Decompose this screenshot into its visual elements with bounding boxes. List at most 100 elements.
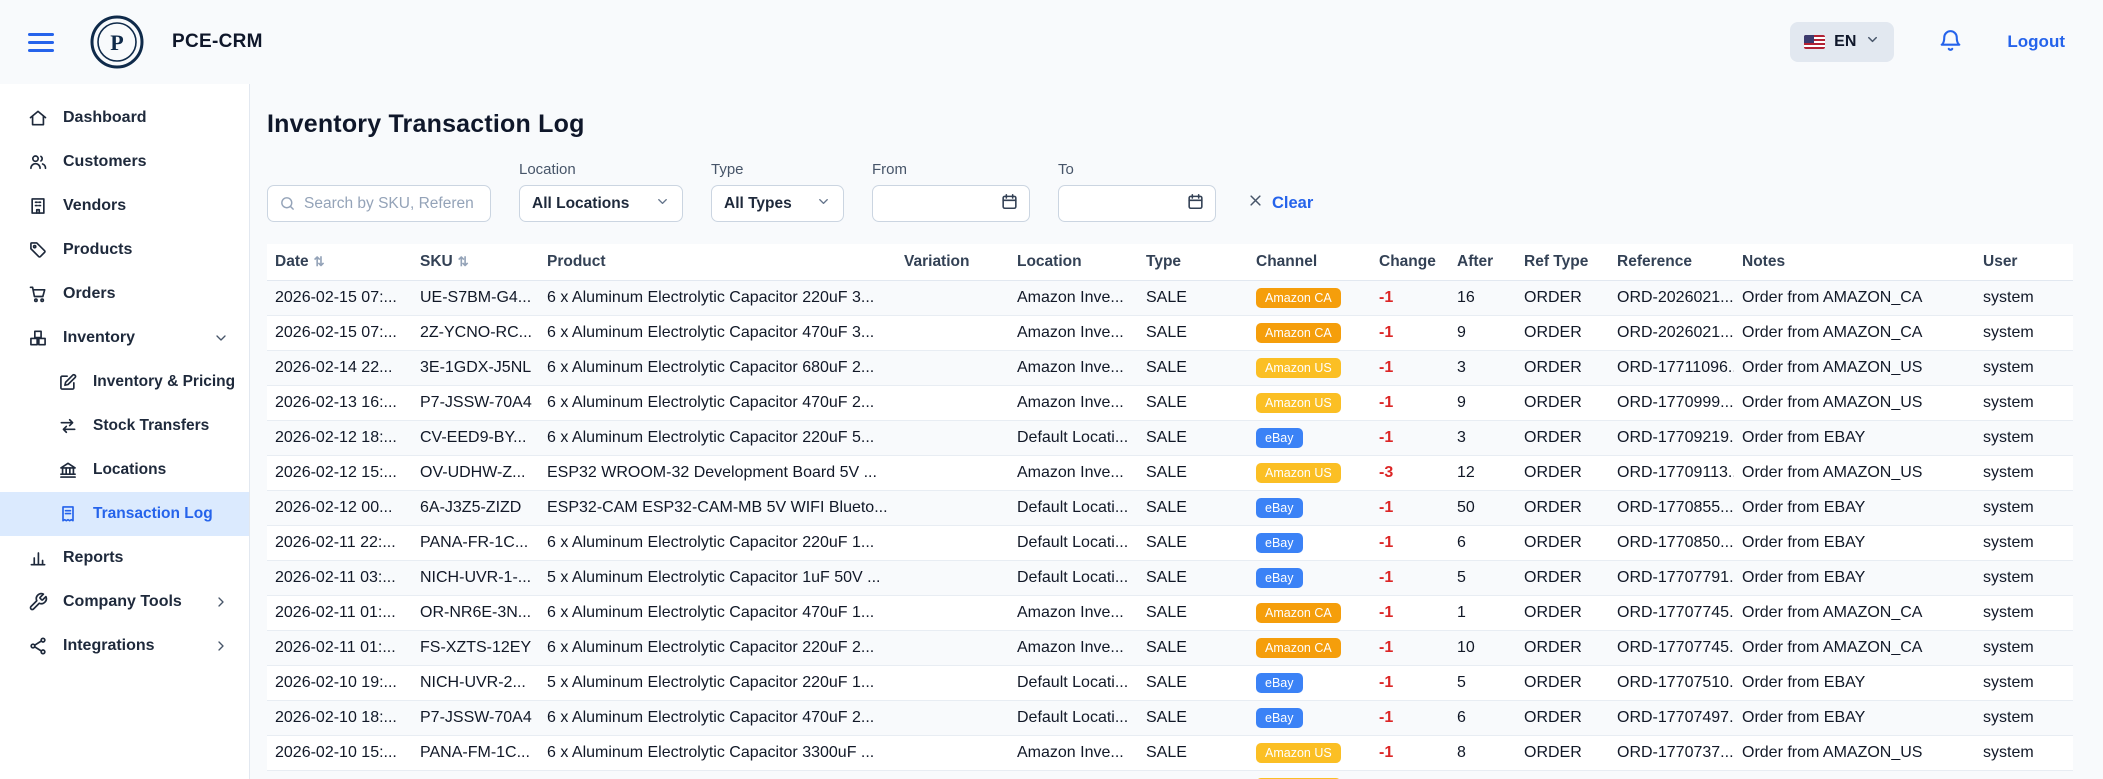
cell-date: 2026-02-15 07:... <box>267 281 412 316</box>
calendar-icon[interactable] <box>1000 192 1019 216</box>
us-flag-icon <box>1804 35 1825 49</box>
sidebar-item-dashboard[interactable]: Dashboard <box>0 96 249 140</box>
cell-ref-type: ORDER <box>1516 281 1609 316</box>
sidebar-item-inventory[interactable]: Inventory <box>0 316 249 360</box>
table-row[interactable]: 2026-02-15 07:...UE-S7BM-G4...6 x Alumin… <box>267 281 2073 316</box>
edit-icon <box>58 372 78 392</box>
cell-sku: 6A-J3Z5-ZIZD <box>412 491 539 526</box>
transactions-table: Date⇅SKU⇅ProductVariationLocationTypeCha… <box>267 244 2073 779</box>
sidebar-item-inventory-pricing[interactable]: Inventory & Pricing <box>0 360 249 404</box>
menu-toggle-button[interactable] <box>28 33 54 52</box>
table-row[interactable]: 2026-02-11 22:...PANA-FR-1C...6 x Alumin… <box>267 526 2073 561</box>
column-header-user: User <box>1975 244 2073 281</box>
cell-product: 5 x Aluminum Electrolytic Capacitor 220u… <box>539 666 896 701</box>
table-row[interactable]: 2026-02-10 19:...NICH-UVR-2...5 x Alumin… <box>267 666 2073 701</box>
cell-product: 5 x Aluminum Electrolytic Capacitor 1uF … <box>539 561 896 596</box>
cell-location: Default Locati... <box>1009 701 1138 736</box>
table-row[interactable]: 2026-02-12 15:...OV-UDHW-Z...ESP32 WROOM… <box>267 456 2073 491</box>
logout-link[interactable]: Logout <box>2007 32 2065 52</box>
cell-user: system <box>1975 666 2073 701</box>
cell-sku: UE-S7BM-G4... <box>412 281 539 316</box>
sidebar-item-company-tools[interactable]: Company Tools <box>0 580 249 624</box>
cell-type: SALE <box>1138 736 1248 771</box>
table-row[interactable]: 2026-02-10 15:...PANA-FM-1C...6 x Alumin… <box>267 736 2073 771</box>
language-selector[interactable]: EN <box>1790 22 1894 62</box>
column-header-date[interactable]: Date⇅ <box>267 244 412 281</box>
channel-badge: eBay <box>1256 428 1303 448</box>
cell-sku: PANA-FM-1C... <box>412 736 539 771</box>
sidebar-item-stock-transfers[interactable]: Stock Transfers <box>0 404 249 448</box>
channel-badge: Amazon US <box>1256 743 1341 763</box>
tag-icon <box>28 240 48 260</box>
sidebar-item-customers[interactable]: Customers <box>0 140 249 184</box>
cell-product: 6 x Aluminum Electrolytic Capacitor 470u… <box>539 386 896 421</box>
to-date-input[interactable] <box>1069 195 1169 212</box>
table-row[interactable]: 2026-02-11 01:...OR-NR6E-3N...6 x Alumin… <box>267 596 2073 631</box>
table-row[interactable]: 2026-02-15 07:...2Z-YCNO-RC...6 x Alumin… <box>267 316 2073 351</box>
channel-badge: Amazon CA <box>1256 288 1341 308</box>
sidebar-item-locations[interactable]: Locations <box>0 448 249 492</box>
sidebar-item-products[interactable]: Products <box>0 228 249 272</box>
notifications-button[interactable] <box>1938 28 1963 56</box>
table-row[interactable]: 2026-02-11 01:...FS-XZTS-12EY6 x Aluminu… <box>267 631 2073 666</box>
cell-sku: PANA-FM-1C... <box>412 771 539 779</box>
from-date-field: From <box>872 161 1030 222</box>
sidebar-item-vendors[interactable]: Vendors <box>0 184 249 228</box>
table-row[interactable]: 2026-02-10 07:...PANA-FM-1C...6 x Alumin… <box>267 771 2073 779</box>
table-row[interactable]: 2026-02-10 18:...P7-JSSW-70A46 x Aluminu… <box>267 701 2073 736</box>
column-header-product: Product <box>539 244 896 281</box>
cell-sku: 3E-1GDX-J5NL <box>412 351 539 386</box>
cell-type: SALE <box>1138 526 1248 561</box>
type-filter-select[interactable]: All Types <box>711 185 844 222</box>
location-filter-select[interactable]: All Locations <box>519 185 683 222</box>
cell-reference: ORD-1770855... <box>1609 491 1734 526</box>
search-input[interactable] <box>304 195 479 213</box>
type-filter-field: Type All Types <box>711 161 844 222</box>
cell-product: 6 x Aluminum Electrolytic Capacitor 470u… <box>539 316 896 351</box>
table-row[interactable]: 2026-02-11 03:...NICH-UVR-1-...5 x Alumi… <box>267 561 2073 596</box>
cell-reference: ORD-2026021... <box>1609 281 1734 316</box>
channel-badge: eBay <box>1256 498 1303 518</box>
boxes-icon <box>28 328 48 348</box>
table-row[interactable]: 2026-02-12 00...6A-J3Z5-ZIZDESP32-CAM ES… <box>267 491 2073 526</box>
cell-location: Amazon Inve... <box>1009 596 1138 631</box>
table-row[interactable]: 2026-02-14 22...3E-1GDX-J5NL6 x Aluminum… <box>267 351 2073 386</box>
cell-sku: P7-JSSW-70A4 <box>412 701 539 736</box>
cell-channel: Amazon CA <box>1248 631 1371 666</box>
svg-text:P: P <box>110 30 123 55</box>
cell-reference: ORD-17709219... <box>1609 421 1734 456</box>
sidebar-item-label: Integrations <box>63 637 155 655</box>
column-header-sku[interactable]: SKU⇅ <box>412 244 539 281</box>
cell-date: 2026-02-10 19:... <box>267 666 412 701</box>
column-header-after: After <box>1449 244 1516 281</box>
cell-user: system <box>1975 771 2073 779</box>
cell-after: 8 <box>1449 736 1516 771</box>
cell-user: system <box>1975 456 2073 491</box>
table-row[interactable]: 2026-02-13 16:...P7-JSSW-70A46 x Aluminu… <box>267 386 2073 421</box>
cell-change: -1 <box>1371 281 1449 316</box>
cell-date: 2026-02-10 18:... <box>267 701 412 736</box>
cell-after: 10 <box>1449 631 1516 666</box>
clear-filters-button[interactable]: Clear <box>1244 193 1313 222</box>
sidebar-item-integrations[interactable]: Integrations <box>0 624 249 668</box>
close-icon <box>1248 193 1263 213</box>
calendar-icon[interactable] <box>1186 192 1205 216</box>
from-date-input[interactable] <box>883 195 983 212</box>
clear-filters-label: Clear <box>1272 194 1313 213</box>
sidebar-item-transaction-log[interactable]: Transaction Log <box>0 492 249 536</box>
cell-ref-type: ORDER <box>1516 491 1609 526</box>
table-row[interactable]: 2026-02-12 18:...CV-EED9-BY...6 x Alumin… <box>267 421 2073 456</box>
cell-ref-type: ORDER <box>1516 351 1609 386</box>
cell-reference: ORD-1770737... <box>1609 736 1734 771</box>
cell-product: ESP32 WROOM-32 Development Board 5V ... <box>539 456 896 491</box>
cell-reference: ORD-1770850... <box>1609 526 1734 561</box>
sidebar-item-orders[interactable]: Orders <box>0 272 249 316</box>
sidebar-item-reports[interactable]: Reports <box>0 536 249 580</box>
cell-change: -1 <box>1371 351 1449 386</box>
from-date-label: From <box>872 161 1030 178</box>
cell-notes: Order from AMAZON_US <box>1734 351 1975 386</box>
location-filter-value: All Locations <box>532 195 629 213</box>
sidebar-item-label: Inventory <box>63 329 135 347</box>
cell-type: SALE <box>1138 666 1248 701</box>
cell-notes: Order from EBAY <box>1734 666 1975 701</box>
